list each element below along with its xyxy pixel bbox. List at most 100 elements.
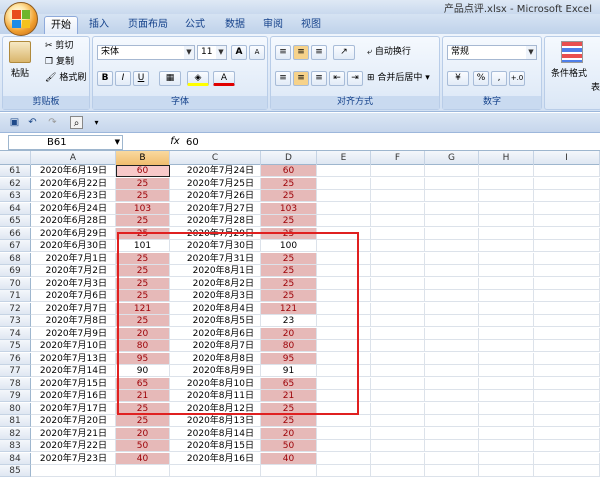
insert-function-icon[interactable]: fx xyxy=(168,135,182,149)
tab-review[interactable]: 审阅 xyxy=(258,16,288,34)
print-preview-icon[interactable]: ⌕ xyxy=(70,116,83,129)
cell-b[interactable]: 25 xyxy=(116,415,170,427)
cell-h[interactable] xyxy=(479,465,534,477)
increase-indent-icon[interactable]: ⇥ xyxy=(347,71,363,86)
column-header-h[interactable]: H xyxy=(479,151,534,165)
cell-i[interactable] xyxy=(534,390,600,402)
column-header-f[interactable]: F xyxy=(371,151,425,165)
cell-h[interactable] xyxy=(479,252,534,265)
grow-font-button[interactable]: A xyxy=(231,45,247,60)
cell-f[interactable] xyxy=(371,265,425,277)
cell-f[interactable] xyxy=(371,277,425,290)
format-as-table-button[interactable]: 表 xyxy=(591,81,600,95)
save-icon[interactable]: ▣ xyxy=(8,116,21,129)
cell-g[interactable] xyxy=(425,427,479,440)
cell-e[interactable] xyxy=(317,240,371,252)
cell-d[interactable]: 25 xyxy=(261,190,317,202)
merge-center-button[interactable]: ⊞ 合并后居中 ▾ xyxy=(367,71,430,85)
row-header[interactable]: 80 xyxy=(0,402,31,415)
cell-i[interactable] xyxy=(534,365,600,377)
cell-b[interactable]: 25 xyxy=(116,277,170,290)
cell-c[interactable]: 2020年8月7日 xyxy=(170,340,261,352)
cell-h[interactable] xyxy=(479,265,534,277)
cell-b[interactable]: 40 xyxy=(116,452,170,465)
cell-e[interactable] xyxy=(317,402,371,415)
cell-g[interactable] xyxy=(425,265,479,277)
cell-h[interactable] xyxy=(479,327,534,340)
cell-h[interactable] xyxy=(479,165,534,177)
cell-e[interactable] xyxy=(317,202,371,215)
align-bottom-icon[interactable]: ≡ xyxy=(311,45,327,60)
cell-b[interactable]: 25 xyxy=(116,402,170,415)
cell-b[interactable]: 60 xyxy=(116,165,170,177)
cell-h[interactable] xyxy=(479,302,534,315)
cell-b[interactable]: 25 xyxy=(116,265,170,277)
shrink-font-button[interactable]: A xyxy=(249,45,265,60)
column-header-i[interactable]: I xyxy=(534,151,600,165)
cell-g[interactable] xyxy=(425,340,479,352)
format-painter-button[interactable]: 🖌 格式刷 xyxy=(45,71,86,85)
row-header[interactable]: 76 xyxy=(0,352,31,365)
cell-c[interactable]: 2020年8月5日 xyxy=(170,315,261,327)
cell-d[interactable]: 25 xyxy=(261,252,317,265)
row-header[interactable]: 79 xyxy=(0,390,31,402)
cell-e[interactable] xyxy=(317,215,371,227)
cell-d[interactable]: 40 xyxy=(261,452,317,465)
cell-b[interactable]: 103 xyxy=(116,202,170,215)
cell-h[interactable] xyxy=(479,415,534,427)
row-header[interactable]: 64 xyxy=(0,202,31,215)
cell-i[interactable] xyxy=(534,340,600,352)
cell-h[interactable] xyxy=(479,290,534,302)
cell-b[interactable]: 25 xyxy=(116,177,170,190)
align-top-icon[interactable]: ≡ xyxy=(275,45,291,60)
cell-a[interactable]: 2020年6月24日 xyxy=(31,202,116,215)
cell-i[interactable] xyxy=(534,277,600,290)
cut-button[interactable]: ✂ 剪切 xyxy=(45,39,73,53)
cell-d[interactable]: 121 xyxy=(261,302,317,315)
cell-h[interactable] xyxy=(479,390,534,402)
cell-a[interactable]: 2020年7月10日 xyxy=(31,340,116,352)
cell-i[interactable] xyxy=(534,215,600,227)
cell-i[interactable] xyxy=(534,302,600,315)
cell-g[interactable] xyxy=(425,177,479,190)
tab-formulas[interactable]: 公式 xyxy=(180,16,210,34)
cell-a[interactable]: 2020年7月21日 xyxy=(31,427,116,440)
column-header-g[interactable]: G xyxy=(425,151,479,165)
row-header[interactable]: 66 xyxy=(0,227,31,240)
cell-c[interactable]: 2020年8月6日 xyxy=(170,327,261,340)
cell-h[interactable] xyxy=(479,227,534,240)
cell-g[interactable] xyxy=(425,252,479,265)
row-header[interactable]: 71 xyxy=(0,290,31,302)
cell-f[interactable] xyxy=(371,315,425,327)
align-center-icon[interactable]: ≡ xyxy=(293,71,309,86)
cell-d[interactable]: 25 xyxy=(261,277,317,290)
row-header[interactable]: 82 xyxy=(0,427,31,440)
cell-e[interactable] xyxy=(317,340,371,352)
cell-d[interactable]: 25 xyxy=(261,290,317,302)
cell-i[interactable] xyxy=(534,415,600,427)
cell-g[interactable] xyxy=(425,465,479,477)
cell-h[interactable] xyxy=(479,377,534,390)
name-box[interactable]: B61 ▼ xyxy=(8,135,123,150)
column-header-a[interactable]: A xyxy=(31,151,116,165)
paste-button[interactable]: 粘贴 xyxy=(11,67,29,81)
row-header[interactable]: 81 xyxy=(0,415,31,427)
cell-d[interactable]: 23 xyxy=(261,315,317,327)
cell-h[interactable] xyxy=(479,365,534,377)
cell-a[interactable]: 2020年7月15日 xyxy=(31,377,116,390)
cell-d[interactable]: 60 xyxy=(261,165,317,177)
cell-c[interactable]: 2020年7月24日 xyxy=(170,165,261,177)
cell-a[interactable]: 2020年7月17日 xyxy=(31,402,116,415)
cell-h[interactable] xyxy=(479,340,534,352)
cell-a[interactable]: 2020年7月20日 xyxy=(31,415,116,427)
cell-f[interactable] xyxy=(371,215,425,227)
cell-a[interactable]: 2020年7月2日 xyxy=(31,265,116,277)
cell-c[interactable]: 2020年7月25日 xyxy=(170,177,261,190)
cell-f[interactable] xyxy=(371,190,425,202)
cell-g[interactable] xyxy=(425,402,479,415)
cell-b[interactable]: 80 xyxy=(116,340,170,352)
cell-e[interactable] xyxy=(317,377,371,390)
cell-i[interactable] xyxy=(534,440,600,452)
cell-e[interactable] xyxy=(317,290,371,302)
align-middle-icon[interactable]: ≡ xyxy=(293,45,309,60)
